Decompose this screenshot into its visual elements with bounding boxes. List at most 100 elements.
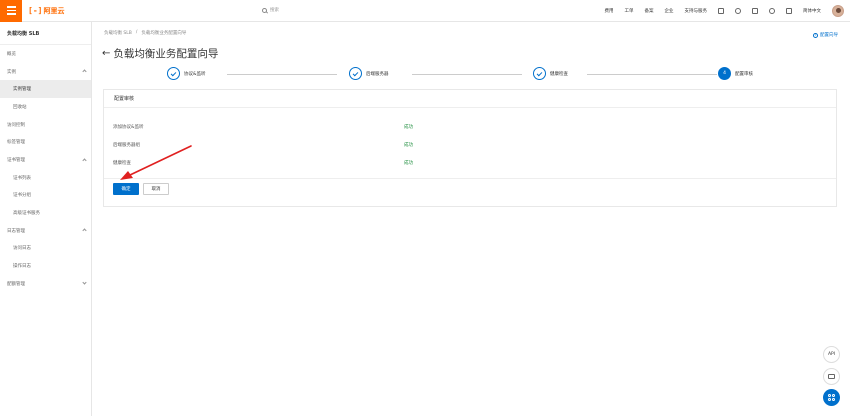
step-done-icon xyxy=(167,67,180,80)
main-content: 负载均衡 SLB / 负载均衡业务配置向导 ? 配置向导 ← 负载均衡业务配置向… xyxy=(92,22,850,416)
sidebar-item[interactable]: 证书分组 xyxy=(0,187,91,205)
step-current-indicator: 4 xyxy=(718,67,731,80)
step-label: 配置审核 xyxy=(735,71,753,77)
sidebar-item[interactable]: 访问控制 xyxy=(0,116,91,134)
wizard-help-link[interactable]: ? 配置向导 xyxy=(813,32,838,38)
sidebar-item[interactable]: 实例管理 xyxy=(0,80,91,99)
sidebar-item-label: 访问控制 xyxy=(7,122,25,128)
sidebar-item-label: 证书分组 xyxy=(13,193,31,199)
review-row: 添加协议&监听 成功 xyxy=(113,124,413,130)
apps-icon xyxy=(828,394,835,401)
logo-text: 阿里云 xyxy=(43,6,65,15)
language-switcher[interactable]: 简体中文 xyxy=(803,8,821,14)
sidebar-item-label: 高级证书服务 xyxy=(13,211,40,217)
sidebar-item[interactable]: 标签管理 xyxy=(0,133,91,151)
sidebar-item[interactable]: 访问日志 xyxy=(0,240,91,258)
search-placeholder: 搜索 xyxy=(270,8,279,13)
chevron-icon xyxy=(82,69,87,74)
chat-icon xyxy=(828,374,835,379)
logo-mark: [-] xyxy=(28,6,43,15)
sidebar-item-label: 证书列表 xyxy=(13,175,31,181)
cart-icon[interactable] xyxy=(752,8,758,14)
sidebar-item[interactable]: 操作日志 xyxy=(0,257,91,275)
search-icon xyxy=(262,7,267,13)
chevron-icon xyxy=(82,228,87,233)
top-link-support[interactable]: 支持与服务 xyxy=(685,8,708,14)
hamburger-menu-icon[interactable] xyxy=(0,0,22,22)
review-row-status: 成功 xyxy=(404,125,413,130)
sidebar-item-label: 日志管理 xyxy=(7,228,25,234)
sidebar-item-label: 访问日志 xyxy=(13,246,31,252)
home-icon[interactable] xyxy=(786,8,792,14)
step-3: 健康检查 xyxy=(533,67,568,80)
sidebar-item-label: 实例 xyxy=(7,69,16,75)
sidebar-title: 负载均衡 SLB xyxy=(0,22,91,45)
top-link-tickets[interactable]: 工单 xyxy=(625,8,634,14)
review-row: 健康检查 成功 xyxy=(113,160,413,166)
chat-float-button[interactable] xyxy=(823,368,840,385)
confirm-button[interactable]: 确定 xyxy=(113,183,139,195)
review-card: 配置审核 添加协议&监听 成功 后端服务器组 成功 健康检查 成功 确定 取消 xyxy=(103,89,837,207)
sidebar-item[interactable]: 日志管理 xyxy=(0,222,91,240)
review-row-label: 添加协议&监听 xyxy=(113,125,144,130)
aliyun-logo[interactable]: [-] 阿里云 xyxy=(28,6,64,16)
back-arrow-icon[interactable]: ← xyxy=(102,48,110,59)
step-4: 4 配置审核 xyxy=(718,67,753,80)
sidebar-item-label: 操作日志 xyxy=(13,264,31,270)
sidebar-item-label: 配额管理 xyxy=(7,281,25,287)
card-title: 配置审核 xyxy=(104,90,836,108)
page-title: ← 负载均衡业务配置向导 xyxy=(102,46,218,61)
card-divider xyxy=(104,178,836,179)
review-row: 后端服务器组 成功 xyxy=(113,142,413,148)
sidebar-item[interactable]: 证书列表 xyxy=(0,169,91,187)
sidebar-item[interactable]: 回收站 xyxy=(0,98,91,116)
sidebar-list: 概览实例实例管理回收站访问控制标签管理证书管理证书列表证书分组高级证书服务日志管… xyxy=(0,45,91,293)
chevron-icon xyxy=(82,158,87,163)
step-label: 健康检查 xyxy=(550,71,568,77)
sidebar-item-label: 概览 xyxy=(7,51,16,57)
apps-float-button[interactable] xyxy=(823,389,840,406)
sidebar-item-label: 证书管理 xyxy=(7,157,25,163)
sidebar-item-label: 回收站 xyxy=(13,104,27,110)
breadcrumb-root[interactable]: 负载均衡 SLB xyxy=(104,30,132,36)
step-label: 协议&监听 xyxy=(184,71,206,77)
sidebar-item[interactable]: 概览 xyxy=(0,45,91,63)
chevron-icon xyxy=(82,280,87,285)
global-search[interactable]: 搜索 xyxy=(262,7,279,13)
breadcrumb: 负载均衡 SLB / 负载均衡业务配置向导 xyxy=(104,30,186,36)
step-1: 协议&监听 xyxy=(167,67,206,80)
help-icon[interactable] xyxy=(769,8,775,14)
top-link-enterprise[interactable]: 企业 xyxy=(665,8,674,14)
step-2: 后端服务器 xyxy=(349,67,389,80)
sidebar-item[interactable]: 配额管理 xyxy=(0,275,91,293)
api-float-button[interactable]: API xyxy=(823,346,840,363)
review-row-status: 成功 xyxy=(404,143,413,148)
step-connector xyxy=(587,73,717,75)
review-row-status: 成功 xyxy=(404,161,413,166)
sidebar-item[interactable]: 实例 xyxy=(0,63,91,81)
step-connector xyxy=(227,73,337,75)
bell-icon[interactable] xyxy=(735,8,741,14)
terminal-icon[interactable] xyxy=(718,8,724,14)
review-row-label: 后端服务器组 xyxy=(113,143,140,148)
wizard-steps: 协议&监听 后端服务器 健康检查 4 配置审核 xyxy=(167,67,787,83)
sidebar-item[interactable]: 证书管理 xyxy=(0,151,91,169)
top-link-fees[interactable]: 费用 xyxy=(605,8,614,14)
cancel-button[interactable]: 取消 xyxy=(143,183,169,195)
sidebar-item[interactable]: 高级证书服务 xyxy=(0,204,91,222)
top-link-icp[interactable]: 备案 xyxy=(645,8,654,14)
top-links: 费用 工单 备案 企业 支持与服务 简体中文 xyxy=(605,0,850,22)
step-done-icon xyxy=(349,67,362,80)
top-navigation-bar: [-] 阿里云 搜索 费用 工单 备案 企业 支持与服务 简体中文 xyxy=(0,0,850,22)
page-title-text: 负载均衡业务配置向导 xyxy=(113,48,219,60)
user-avatar[interactable] xyxy=(832,5,844,17)
step-done-icon xyxy=(533,67,546,80)
question-icon: ? xyxy=(813,32,818,38)
review-row-label: 健康检查 xyxy=(113,161,131,166)
step-label: 后端服务器 xyxy=(366,71,389,77)
breadcrumb-separator: / xyxy=(135,30,138,35)
sidebar: 负载均衡 SLB 概览实例实例管理回收站访问控制标签管理证书管理证书列表证书分组… xyxy=(0,22,92,416)
step-connector xyxy=(412,73,522,75)
sidebar-item-label: 标签管理 xyxy=(7,140,25,146)
wizard-help-label: 配置向导 xyxy=(820,33,838,38)
